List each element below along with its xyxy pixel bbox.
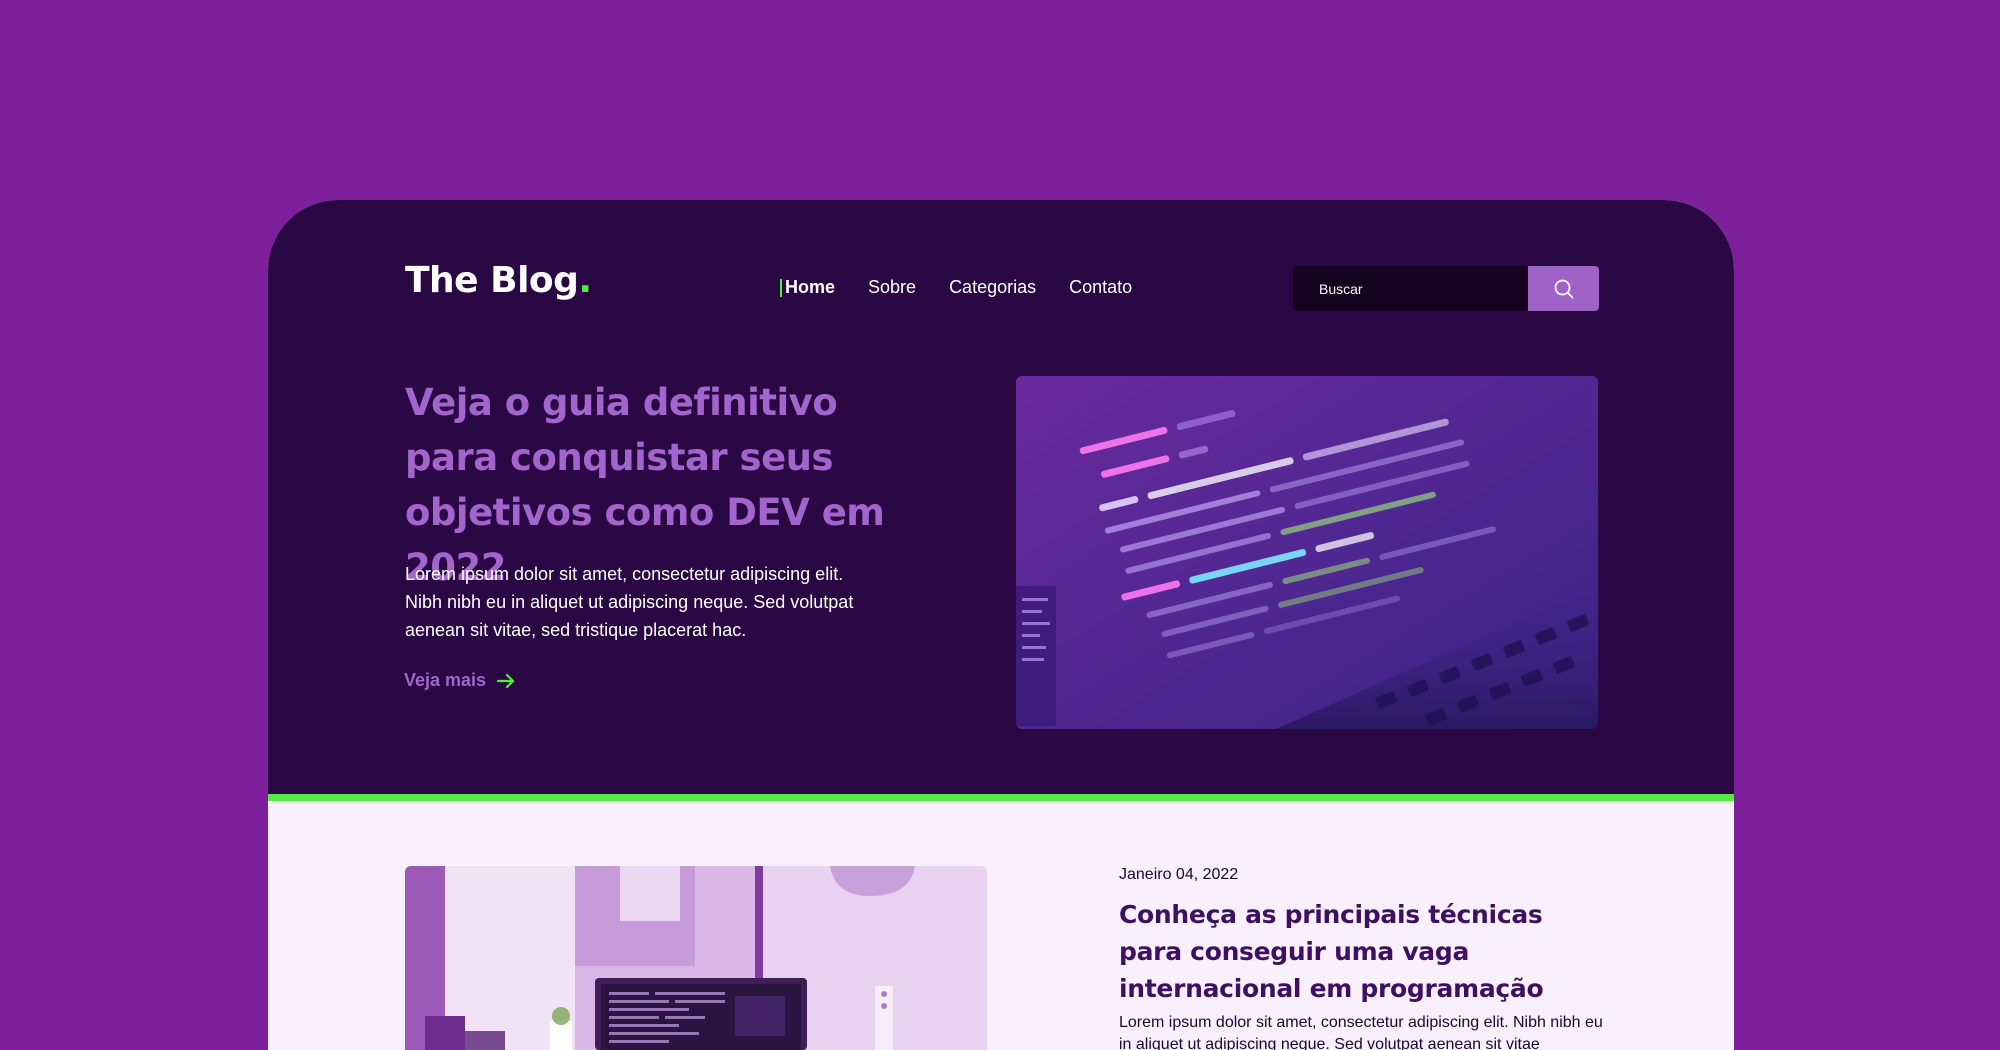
active-nav-marker xyxy=(780,278,782,297)
nav-item-label: Contato xyxy=(1069,277,1133,297)
logo[interactable]: The Blog. xyxy=(405,260,592,301)
nav-item-sobre[interactable]: Sobre xyxy=(868,277,916,298)
accent-divider xyxy=(268,794,1734,801)
nav-item-label: Home xyxy=(785,277,836,297)
hero-section: The Blog. Home Sobre Categorias Contato xyxy=(268,200,1734,794)
search-input[interactable] xyxy=(1293,266,1528,311)
logo-text: The Blog xyxy=(405,260,579,301)
see-more-label: Veja mais xyxy=(404,670,487,690)
post-title[interactable]: Conheça as principais técnicas para cons… xyxy=(1119,896,1599,1007)
nav-item-label: Sobre xyxy=(868,277,917,297)
arrow-right-icon xyxy=(496,673,515,688)
search-bar xyxy=(1293,266,1599,311)
nav-item-contato[interactable]: Contato xyxy=(1069,277,1132,298)
logo-dot: . xyxy=(578,260,592,301)
search-button[interactable] xyxy=(1528,266,1599,311)
post-workspace-image[interactable] xyxy=(405,866,987,1050)
post-excerpt: Lorem ipsum dolor sit amet, consectetur … xyxy=(1119,1014,1603,1050)
post-date: Janeiro 04, 2022 xyxy=(1119,866,1239,883)
search-icon xyxy=(1554,279,1573,298)
page-frame: The Blog. Home Sobre Categorias Contato xyxy=(268,200,1734,1050)
nav-item-categorias[interactable]: Categorias xyxy=(949,277,1036,298)
nav-item-label: Categorias xyxy=(949,277,1037,297)
see-more-link[interactable]: Veja mais xyxy=(404,670,516,691)
workspace-illustration xyxy=(405,866,987,1050)
code-screen-illustration xyxy=(1016,376,1598,729)
nav-item-home[interactable]: Home xyxy=(780,277,835,298)
hero-description: Lorem ipsum dolor sit amet, consectetur … xyxy=(405,564,854,640)
hero-code-image xyxy=(1016,376,1598,729)
main-nav: Home Sobre Categorias Contato xyxy=(780,277,1132,298)
